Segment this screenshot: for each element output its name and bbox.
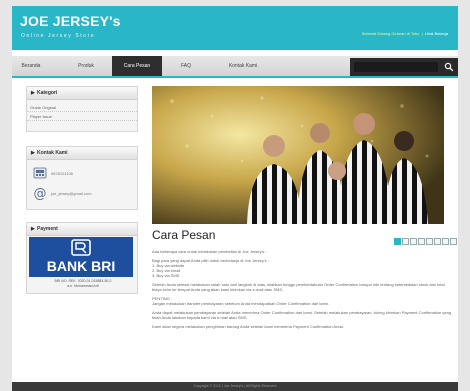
hero-banner	[152, 86, 444, 224]
nav-item-cara-pesan[interactable]: Cara Pesan	[112, 56, 162, 76]
svg-text:@: @	[34, 187, 47, 201]
kategori-box: ▶ Kategori Grade Original Player Issue	[26, 86, 138, 132]
category-link-player-issue[interactable]: Player Issue	[27, 112, 137, 121]
page-title: Cara Pesan	[152, 228, 216, 242]
payment-title: Payment	[37, 226, 58, 232]
kontak-box: ▶ Kontak Kami 0878101106 @ joe_jersey@gm…	[26, 146, 138, 210]
pager-dot[interactable]	[442, 238, 449, 245]
arrow-right-icon: ▶	[31, 90, 35, 96]
category-link-grade-original[interactable]: Grade Original	[27, 103, 137, 112]
search-bar	[350, 58, 458, 76]
site-logo-subtitle: Online Jersey Store	[21, 33, 96, 39]
at-icon: @	[34, 187, 47, 201]
pager-dot[interactable]	[394, 238, 401, 245]
content-paragraph: Ada beberapa cara untuk melakukan pembel…	[152, 249, 267, 254]
content-paragraph: Jangan melakukan transfer pembayaran seb…	[152, 301, 329, 306]
pager-dot[interactable]	[434, 238, 441, 245]
welcome-text: Selamat Datang Gelaran di Toko	[361, 31, 420, 36]
bank-name: BANK BRI	[47, 258, 115, 274]
arrow-right-icon: ▶	[31, 150, 35, 156]
nav-item-beranda[interactable]: Beranda	[12, 56, 50, 76]
pager-dot[interactable]	[410, 238, 417, 245]
nav-item-kontak-kami[interactable]: Kontak Kami	[212, 56, 274, 76]
contact-phone-row: 0878101106	[27, 164, 137, 184]
kategori-title: Kategori	[37, 90, 58, 96]
bank-account-holder: a.n. Muhammad Arif	[67, 284, 99, 288]
pager-dot[interactable]	[426, 238, 433, 245]
content-list-item: 3. Buy via SMS	[152, 273, 180, 278]
welcome-bar: Selamat Datang Gelaran di Toko | Lihat B…	[362, 31, 448, 36]
pager-dot[interactable]	[450, 238, 457, 245]
bank-bri-logo: BANK BRI	[29, 237, 133, 277]
hero-image	[152, 86, 444, 224]
phone-icon	[33, 167, 47, 179]
view-cart-link[interactable]: Lihat Belanja	[425, 31, 448, 36]
content-paragraph: Anda dapat melakukan pembayaran setelah …	[152, 310, 452, 320]
payment-heading: ▶ Payment	[27, 223, 137, 236]
kontak-heading: ▶ Kontak Kami	[27, 147, 137, 160]
content-paragraph: Kami akan segera melakukan pengiriman ba…	[152, 324, 344, 329]
search-input[interactable]	[354, 62, 438, 72]
pager-dot[interactable]	[418, 238, 425, 245]
content-paragraph: Setelah Anda selesai melakukan salah sat…	[152, 282, 445, 292]
bank-bri-emblem: BANK BRI	[47, 239, 115, 274]
slider-pager	[394, 232, 458, 250]
page: JOE JERSEY's Online Jersey Store Selamat…	[12, 6, 458, 391]
contact-email-row: @ joe_jersey@gmail.com	[27, 184, 137, 204]
nav-item-produk[interactable]: Produk	[62, 56, 110, 76]
nav-item-faq[interactable]: FAQ	[164, 56, 208, 76]
site-header: JOE JERSEY's Online Jersey Store Selamat…	[12, 6, 458, 50]
site-footer: Copyright © 2012 | Joe Jersey's | All Ri…	[12, 382, 458, 391]
payment-box: ▶ Payment BANK BRI BRI NO. REK. 3020-01-…	[26, 222, 138, 294]
kategori-heading: ▶ Kategori	[27, 87, 137, 100]
pager-dot[interactable]	[402, 238, 409, 245]
contact-phone: 0878101106	[51, 171, 73, 176]
site-logo-title[interactable]: JOE JERSEY's	[20, 13, 121, 29]
separator: |	[420, 31, 424, 36]
kontak-title: Kontak Kami	[37, 150, 68, 156]
contact-email[interactable]: joe_jersey@gmail.com	[51, 191, 92, 196]
content-body: Ada beberapa cara untuk melakukan pembel…	[152, 249, 452, 333]
search-icon[interactable]	[444, 62, 454, 72]
arrow-right-icon: ▶	[31, 226, 35, 232]
bank-account-caption: BRI NO. REK. 3020-01-015883-50-2 a.n. Mu…	[27, 279, 139, 289]
